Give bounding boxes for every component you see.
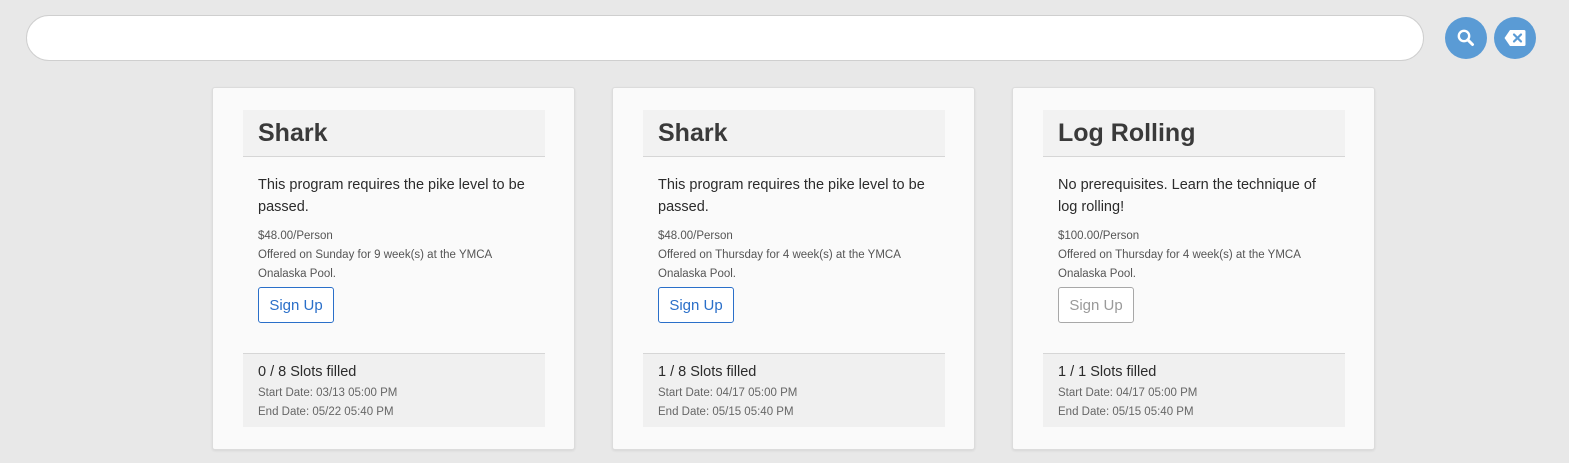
sign-up-button: Sign Up <box>1058 287 1134 323</box>
card-header: Log Rolling <box>1043 110 1345 157</box>
backspace-icon <box>1504 30 1526 46</box>
search-input[interactable] <box>26 15 1424 61</box>
start-date: Start Date: 04/17 05:00 PM <box>658 387 798 399</box>
program-description: This program requires the pike level to … <box>258 177 525 215</box>
slots-filled: 0 / 8 Slots filled <box>258 364 357 380</box>
start-date: Start Date: 04/17 05:00 PM <box>1058 387 1198 399</box>
program-schedule: Offered on Sunday for 9 week(s) at the Y… <box>258 249 492 280</box>
end-date: End Date: 05/15 05:40 PM <box>658 406 794 418</box>
program-meta: $48.00/Person Offered on Sunday for 9 we… <box>258 227 538 284</box>
card-footer: 0 / 8 Slots filled Start Date: 03/13 05:… <box>243 353 545 427</box>
card-header: Shark <box>643 110 945 157</box>
card-header: Shark <box>243 110 545 157</box>
slots-filled: 1 / 8 Slots filled <box>658 364 757 380</box>
program-schedule: Offered on Thursday for 4 week(s) at the… <box>658 249 901 280</box>
sign-up-button[interactable]: Sign Up <box>258 287 334 323</box>
clear-search-button[interactable] <box>1494 17 1536 59</box>
search-button[interactable] <box>1445 17 1487 59</box>
start-date: Start Date: 03/13 05:00 PM <box>258 387 398 399</box>
program-price: $48.00/Person <box>258 230 333 242</box>
search-icon <box>1457 29 1474 46</box>
sign-up-button[interactable]: Sign Up <box>658 287 734 323</box>
program-description: No prerequisites. Learn the technique of… <box>1058 177 1316 215</box>
program-price: $48.00/Person <box>658 230 733 242</box>
program-title: Log Rolling <box>1058 119 1196 147</box>
slots-filled: 1 / 1 Slots filled <box>1058 364 1157 380</box>
program-card: Log Rolling No prerequisites. Learn the … <box>1012 87 1375 450</box>
program-description: This program requires the pike level to … <box>658 177 925 215</box>
program-price: $100.00/Person <box>1058 230 1140 242</box>
card-footer: 1 / 8 Slots filled Start Date: 04/17 05:… <box>643 353 945 427</box>
program-card: Shark This program requires the pike lev… <box>212 87 575 450</box>
program-card: Shark This program requires the pike lev… <box>612 87 975 450</box>
end-date: End Date: 05/15 05:40 PM <box>1058 406 1194 418</box>
program-title: Shark <box>658 119 728 147</box>
program-meta: $100.00/Person Offered on Thursday for 4… <box>1058 227 1338 284</box>
end-date: End Date: 05/22 05:40 PM <box>258 406 394 418</box>
program-meta: $48.00/Person Offered on Thursday for 4 … <box>658 227 938 284</box>
card-footer: 1 / 1 Slots filled Start Date: 04/17 05:… <box>1043 353 1345 427</box>
program-schedule: Offered on Thursday for 4 week(s) at the… <box>1058 249 1301 280</box>
program-title: Shark <box>258 119 328 147</box>
search-bar <box>26 15 1536 63</box>
